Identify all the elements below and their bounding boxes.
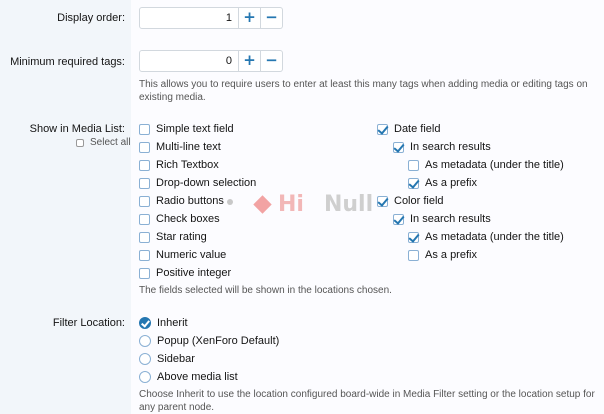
checkbox-box[interactable] [139, 267, 150, 279]
radio-sidebar[interactable]: Sidebar [139, 352, 195, 366]
option-label: Numeric value [156, 249, 227, 261]
checkbox-box[interactable] [139, 141, 150, 153]
option-label: Radio buttons [156, 195, 224, 207]
display-order-stepper: 1 + − [139, 7, 283, 29]
option-label: Simple text field [156, 123, 234, 135]
option-label: Rich Textbox [156, 159, 219, 171]
option-label: Date field [394, 123, 441, 135]
option-label: As a prefix [425, 249, 477, 261]
option-star-rating[interactable]: Star rating [139, 230, 207, 244]
display-order-increment-button[interactable]: + [239, 7, 261, 29]
filter-location-hint: Choose Inherit to use the location confi… [139, 389, 595, 413]
select-all-box[interactable] [76, 138, 84, 147]
select-all-checkbox[interactable]: Select all [76, 137, 131, 148]
min-tags-label: Minimum required tags: [10, 56, 125, 68]
radio-above-media-list[interactable]: Above media list [139, 370, 238, 384]
checkbox-box-checked[interactable] [377, 195, 388, 207]
media-list-label: Show in Media List: [29, 123, 125, 135]
checkbox-box[interactable] [139, 195, 150, 207]
checkbox-box[interactable] [139, 213, 150, 225]
checkbox-box-checked[interactable] [408, 231, 419, 243]
min-tags-increment-button[interactable]: + [239, 50, 261, 72]
option-date-field[interactable]: Date field [377, 122, 440, 136]
checkbox-box-checked[interactable] [393, 213, 404, 225]
min-tags-hint: This allows you to require users to ente… [139, 79, 588, 103]
radio-circle[interactable] [139, 353, 151, 365]
radio-label: Sidebar [157, 353, 195, 365]
checkbox-box[interactable] [139, 249, 150, 261]
checkbox-box[interactable] [408, 249, 419, 261]
option-label: Star rating [156, 231, 207, 243]
option-color-field[interactable]: Color field [377, 194, 444, 208]
option-multi-line-text[interactable]: Multi-line text [139, 140, 221, 154]
radio-popup[interactable]: Popup (XenForo Default) [139, 334, 279, 348]
radio-circle-selected[interactable] [139, 317, 151, 329]
filter-location-label: Filter Location: [52, 317, 125, 329]
option-label: As a prefix [425, 177, 477, 189]
option-label: In search results [410, 213, 491, 225]
radio-circle[interactable] [139, 371, 151, 383]
checkbox-box[interactable] [139, 159, 150, 171]
min-tags-stepper: 0 + − [139, 50, 283, 72]
checkbox-box-checked[interactable] [408, 177, 419, 189]
display-order-decrement-button[interactable]: − [261, 7, 283, 29]
radio-label: Above media list [157, 371, 238, 383]
option-label: Check boxes [156, 213, 220, 225]
checkbox-box[interactable] [408, 159, 419, 171]
option-radio-buttons[interactable]: Radio buttons [139, 194, 224, 208]
option-positive-integer[interactable]: Positive integer [139, 266, 231, 280]
option-label: In search results [410, 141, 491, 153]
watermark-logo: Hi Null [253, 192, 374, 217]
option-label: Color field [394, 195, 444, 207]
radio-label: Popup (XenForo Default) [157, 335, 280, 347]
option-simple-text-field[interactable]: Simple text field [139, 122, 234, 136]
option-color-in-search-results[interactable]: In search results [393, 212, 491, 226]
option-color-as-metadata[interactable]: As metadata (under the title) [408, 230, 564, 244]
display-order-label: Display order: [57, 12, 125, 24]
option-numeric-value[interactable]: Numeric value [139, 248, 226, 262]
option-label: As metadata (under the title) [425, 231, 564, 243]
radio-label: Inherit [157, 317, 188, 329]
option-drop-down-selection[interactable]: Drop-down selection [139, 176, 256, 190]
media-list-hint: The fields selected will be shown in the… [139, 285, 392, 296]
display-order-input[interactable]: 1 [139, 7, 239, 29]
watermark-diamond-icon [253, 195, 272, 214]
radio-inherit[interactable]: Inherit [139, 316, 188, 330]
option-date-as-metadata[interactable]: As metadata (under the title) [408, 158, 564, 172]
option-date-as-prefix[interactable]: As a prefix [408, 176, 477, 190]
select-all-label: Select all [90, 137, 131, 148]
radio-circle[interactable] [139, 335, 151, 347]
watermark-text-a: Hi [278, 192, 304, 217]
option-label: Positive integer [156, 267, 232, 279]
watermark-dot [227, 199, 233, 205]
checkbox-box-checked[interactable] [377, 123, 388, 135]
option-check-boxes[interactable]: Check boxes [139, 212, 220, 226]
option-label: Drop-down selection [156, 177, 257, 189]
option-rich-textbox[interactable]: Rich Textbox [139, 158, 219, 172]
checkbox-box-checked[interactable] [393, 141, 404, 153]
watermark-text-b: Null [323, 192, 374, 217]
checkbox-box[interactable] [139, 231, 150, 243]
checkbox-box[interactable] [139, 123, 150, 135]
min-tags-decrement-button[interactable]: − [261, 50, 283, 72]
option-color-as-prefix[interactable]: As a prefix [408, 248, 477, 262]
option-label: As metadata (under the title) [425, 159, 564, 171]
checkbox-box[interactable] [139, 177, 150, 189]
option-label: Multi-line text [156, 141, 221, 153]
option-date-in-search-results[interactable]: In search results [393, 140, 491, 154]
min-tags-input[interactable]: 0 [139, 50, 239, 72]
